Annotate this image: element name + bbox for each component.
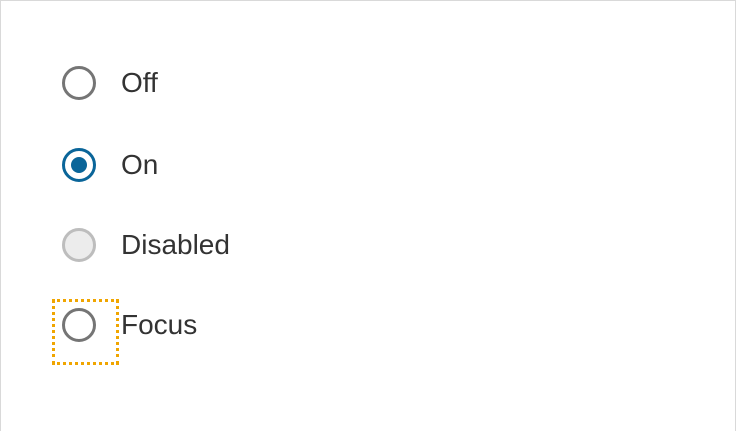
radio-option-off[interactable]: Off [62,62,158,104]
radio-label-on: On [121,149,159,180]
radio-option-on[interactable]: On [62,144,158,186]
radio-button-disabled [62,228,96,262]
radio-group-panel: Off On Disabled Focus [0,0,736,431]
radio-option-focus[interactable]: Focus [52,299,198,365]
radio-label-focus: Focus [121,309,198,340]
radio-button-on[interactable] [62,148,96,182]
radio-button-off[interactable] [62,66,96,100]
radio-label-off: Off [121,67,158,98]
focus-ring [52,299,119,365]
radio-button-focus[interactable] [52,299,119,365]
radio-label-disabled: Disabled [121,229,230,260]
radio-option-disabled: Disabled [62,224,230,266]
